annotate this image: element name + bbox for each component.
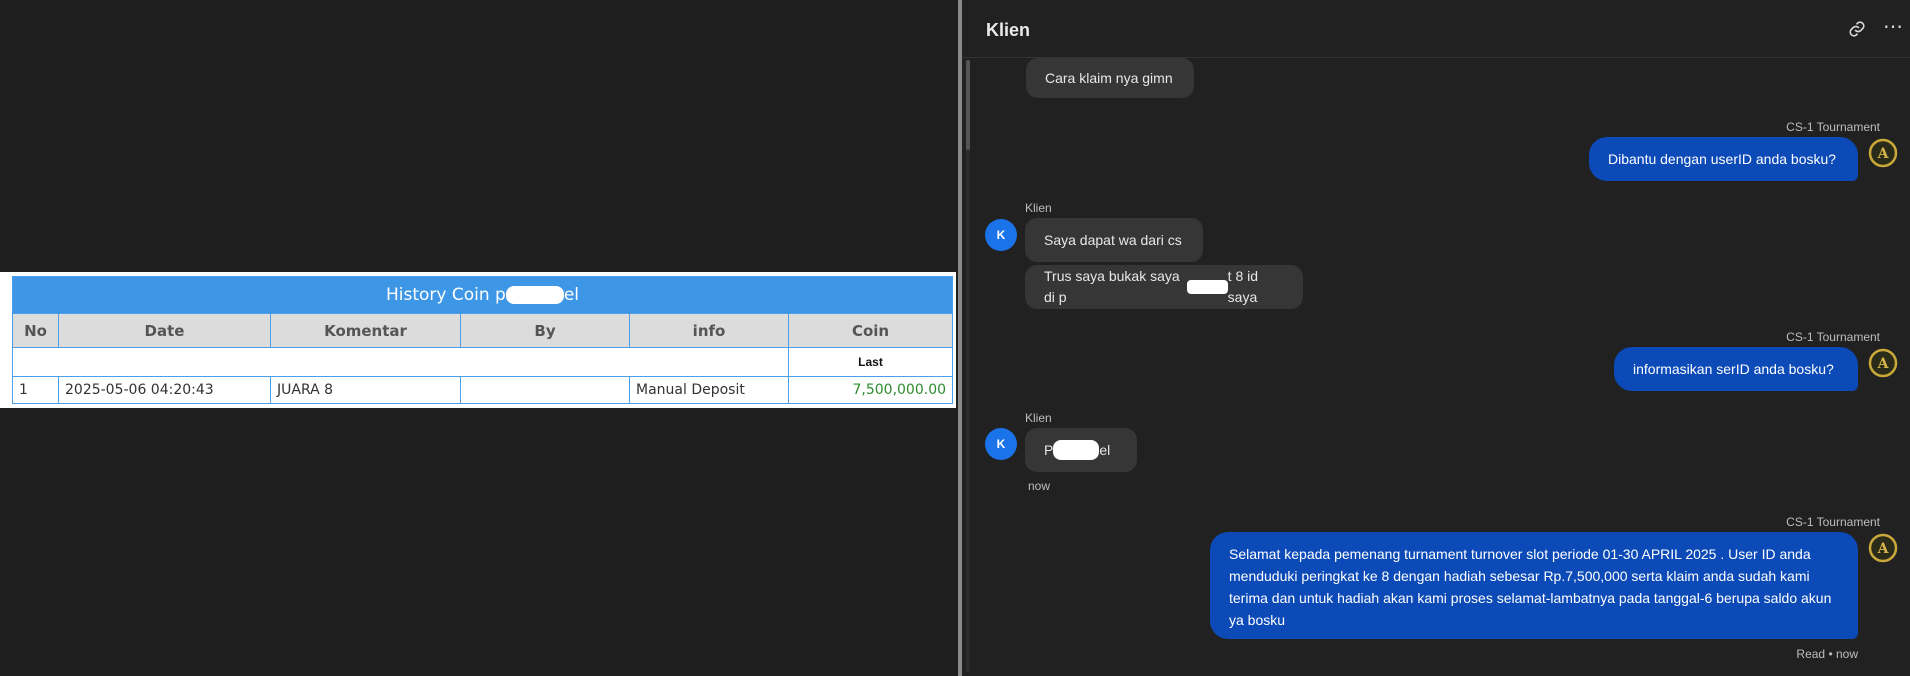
title-prefix: History Coin p [385,285,506,305]
message-text: Trus saya bukak saya di p [1044,268,1180,305]
table-row[interactable]: 1 2025-05-06 04:20:43 JUARA 8 Manual Dep… [12,376,954,404]
read-receipt: Read • now [1796,647,1858,661]
agent-avatar-icon: A [1868,138,1898,168]
cell-date: 2025-05-06 04:20:43 [58,376,271,404]
svg-text:A: A [1877,356,1890,372]
chat-header: Klien ⋯ [962,0,1910,58]
client-avatar[interactable]: K [985,219,1017,251]
message-text: informasikan serID anda bosku? [1633,360,1834,377]
column-header-komentar[interactable]: Komentar [270,313,461,348]
message-text-suffix: el [1099,441,1111,458]
column-header-date[interactable]: Date [58,313,271,348]
column-header-info[interactable]: info [629,313,789,348]
agent-avatar-icon: A [1868,348,1898,378]
client-avatar[interactable]: K [985,428,1017,460]
message-text: Saya dapat wa dari cs [1044,231,1182,248]
message-timestamp: now [1028,479,1051,493]
redaction [1053,440,1100,460]
message-bubble-incoming[interactable]: Cara klaim nya gimn [1026,58,1194,98]
message-bubble-outgoing[interactable]: informasikan serID anda bosku? [1614,347,1858,391]
message-bubble-outgoing[interactable]: Selamat kepada pemenang turnament turnov… [1210,532,1858,639]
sender-name: Klien [1025,201,1052,215]
message-bubble-outgoing[interactable]: Dibantu dengan userID anda bosku? [1589,137,1858,181]
scrollbar[interactable] [966,60,970,672]
column-header-coin[interactable]: Coin [787,313,954,348]
table-title: History Coin p el [11,276,954,314]
svg-text:A: A [1877,541,1890,557]
cell-komentar: JUARA 8 [270,376,461,404]
history-coin-table: History Coin p el No Date Komentar By inf… [11,276,954,404]
sender-name: CS-1 Tournament [1786,330,1880,344]
redaction [505,286,564,304]
message-text-suffix: t 8 id saya [1227,268,1259,305]
scrollbar-thumb[interactable] [966,60,970,150]
more-icon[interactable]: ⋯ [1883,14,1904,39]
chat-panel: Klien ⋯ Cara klaim nya gimn CS-1 Tournam… [962,0,1910,676]
redaction [1187,280,1228,294]
message-text: P [1044,441,1054,458]
column-header-no[interactable]: No [12,313,59,348]
message-bubble-incoming[interactable]: Trus saya bukak saya di p t 8 id saya [1025,265,1303,309]
column-header-by[interactable]: By [460,313,630,348]
message-text: Selamat kepada pemenang turnament turnov… [1229,546,1832,628]
sender-name: CS-1 Tournament [1786,515,1880,529]
sub-header-last: Last [787,347,954,377]
cell-info: Manual Deposit [629,376,789,404]
message-bubble-incoming[interactable]: Pel [1025,428,1137,472]
sender-name: CS-1 Tournament [1786,120,1880,134]
cell-coin: 7,500,000.00 [787,376,954,404]
message-text: Dibantu dengan userID anda bosku? [1608,150,1837,167]
cell-by [460,376,630,404]
sender-name: Klien [1025,411,1052,425]
history-coin-panel: History Coin p el No Date Komentar By inf… [0,272,956,408]
agent-avatar-icon: A [1868,533,1898,563]
message-text: Cara klaim nya gimn [1045,69,1173,86]
link-icon[interactable] [1848,20,1866,38]
sub-header-spacer [12,347,789,377]
cell-no: 1 [12,376,59,404]
title-suffix: el [563,285,580,305]
svg-text:A: A [1877,146,1890,162]
chat-title: Klien [986,20,1031,40]
message-bubble-incoming[interactable]: Saya dapat wa dari cs [1025,218,1203,262]
